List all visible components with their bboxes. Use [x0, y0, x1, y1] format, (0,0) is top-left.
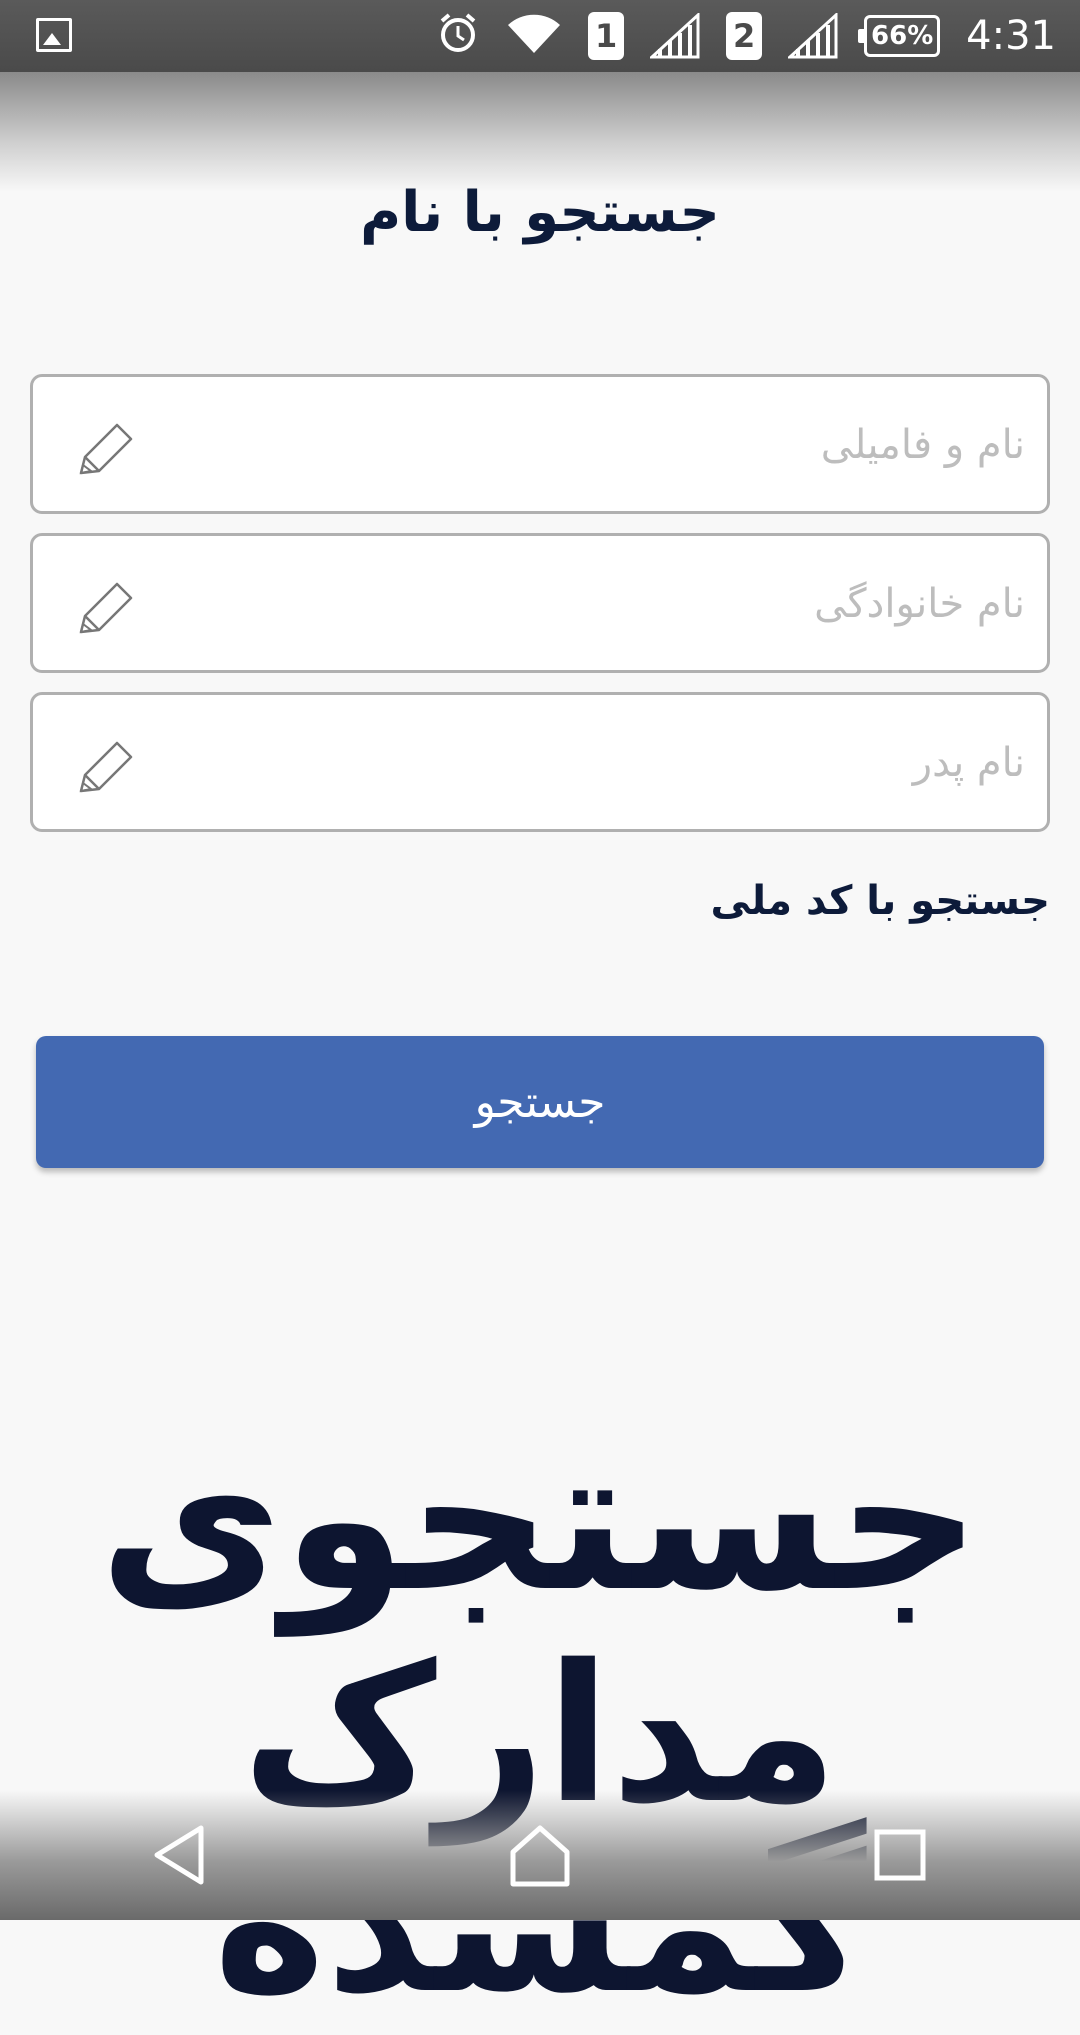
status-bar: 1 2 66% 4:31 — [0, 0, 1080, 72]
signal-icon — [648, 11, 700, 59]
full-name-input[interactable] — [153, 377, 1027, 513]
wifi-icon — [506, 11, 562, 62]
battery-icon: 66% — [858, 15, 941, 57]
navigation-bar — [0, 1790, 1080, 1920]
pencil-icon — [79, 741, 133, 793]
signal-icon — [786, 11, 838, 59]
last-name-input[interactable] — [153, 536, 1027, 672]
sim1-badge: 1 — [588, 12, 625, 60]
image-notification-icon — [36, 18, 72, 52]
app-bar — [0, 72, 1080, 192]
sim2-badge: 2 — [726, 12, 763, 60]
pencil-icon — [79, 582, 133, 634]
search-button-label: جستجو — [474, 1076, 606, 1128]
back-icon[interactable] — [140, 1815, 220, 1895]
battery-level: 66% — [871, 21, 934, 51]
recents-icon[interactable] — [860, 1815, 940, 1895]
last-name-field[interactable] — [30, 533, 1050, 673]
status-icons: 1 2 66% 4:31 — [436, 8, 1056, 64]
brand-title-line1: جستجوی — [98, 1403, 982, 1636]
clock: 4:31 — [966, 13, 1056, 59]
pencil-icon — [79, 423, 133, 475]
father-name-input[interactable] — [153, 695, 1027, 831]
father-name-field[interactable] — [30, 692, 1050, 832]
search-by-national-code-link[interactable]: جستجو با کد ملی — [710, 878, 1050, 924]
search-button[interactable]: جستجو — [36, 1036, 1044, 1168]
full-name-field[interactable] — [30, 374, 1050, 514]
alarm-icon — [436, 11, 480, 62]
home-icon[interactable] — [500, 1815, 580, 1895]
page-title: جستجو با نام — [360, 180, 720, 245]
